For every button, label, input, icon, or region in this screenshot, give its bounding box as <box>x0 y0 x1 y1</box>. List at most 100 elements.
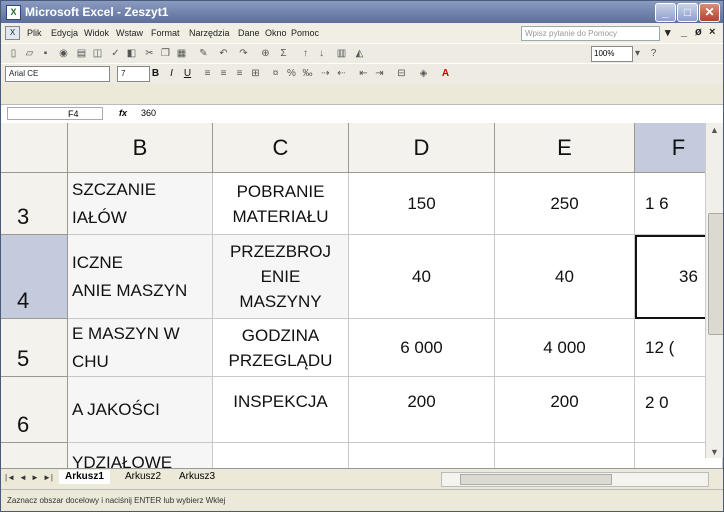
increase-decimal-icon[interactable]: ⇢ <box>319 67 332 80</box>
row-header-4[interactable]: 4 <box>1 235 68 319</box>
bold-icon[interactable]: B <box>149 67 162 80</box>
new-icon[interactable]: ▯ <box>7 47 20 60</box>
fx-icon[interactable]: fx <box>119 108 127 118</box>
formula-input[interactable]: 360 <box>141 108 156 118</box>
merge-center-icon[interactable]: ⊞ <box>249 67 262 80</box>
sheet-tab-arkusz1[interactable]: Arkusz1 <box>59 470 110 484</box>
doc-minimize-icon[interactable]: _ <box>681 26 687 38</box>
italic-icon[interactable]: I <box>165 67 178 80</box>
doc-close-icon[interactable]: × <box>709 26 715 38</box>
cell-b5[interactable]: E MASZYN W CHU <box>68 319 213 377</box>
menu-view[interactable]: Widok <box>84 28 109 38</box>
row-header-5[interactable]: 5 <box>1 319 68 377</box>
font-size-select[interactable]: 7 <box>117 66 150 82</box>
menu-file[interactable]: Plik <box>27 28 42 38</box>
cell-e6[interactable]: 200 <box>495 377 635 443</box>
horizontal-scroll-thumb[interactable] <box>460 474 612 485</box>
minimize-button[interactable]: _ <box>655 3 676 22</box>
font-color-icon[interactable]: A <box>439 67 452 80</box>
cell-d5[interactable]: 6 000 <box>349 319 495 377</box>
print-preview-icon[interactable]: ◫ <box>91 47 104 60</box>
cell-b3[interactable]: SZCZANIE IAŁÓW <box>68 173 213 235</box>
column-header-c[interactable]: C <box>213 123 349 173</box>
currency-icon[interactable]: ¤ <box>269 67 282 80</box>
chart-wizard-icon[interactable]: ▥ <box>335 47 348 60</box>
decrease-decimal-icon[interactable]: ⇠ <box>335 67 348 80</box>
cell-e3[interactable]: 250 <box>495 173 635 235</box>
column-header-d[interactable]: D <box>349 123 495 173</box>
horizontal-scrollbar[interactable] <box>441 472 709 487</box>
cell-d3[interactable]: 150 <box>349 173 495 235</box>
cell-b6[interactable]: A JAKOŚCI <box>68 377 213 443</box>
menu-edit[interactable]: Edycja <box>51 28 78 38</box>
sort-ascending-icon[interactable]: ↑ <box>299 47 312 60</box>
autosum-icon[interactable]: Σ <box>277 47 290 60</box>
menu-data[interactable]: Dane <box>238 28 260 38</box>
select-all-corner[interactable] <box>1 123 68 173</box>
column-header-e[interactable]: E <box>495 123 635 173</box>
cell-c5[interactable]: GODZINA PRZEGLĄDU <box>213 319 349 377</box>
drawing-icon[interactable]: ◭ <box>353 47 366 60</box>
align-center-icon[interactable]: ≡ <box>217 67 230 80</box>
permission-icon[interactable]: ◉ <box>57 47 70 60</box>
increase-indent-icon[interactable]: ⇥ <box>373 67 386 80</box>
cut-icon[interactable]: ✂ <box>143 47 156 60</box>
cell-b4[interactable]: ICZNE ANIE MASZYN <box>68 235 213 319</box>
menu-help[interactable]: Pomoc <box>291 28 319 38</box>
first-sheet-icon[interactable]: |◄ <box>5 473 15 482</box>
zoom-select[interactable]: 100% <box>591 46 633 62</box>
zoom-dropdown-icon[interactable]: ▾ <box>631 47 644 60</box>
row-header-3[interactable]: 3 <box>1 173 68 235</box>
print-icon[interactable]: ▤ <box>75 47 88 60</box>
undo-icon[interactable]: ↶ <box>217 47 230 60</box>
sheet-tab-arkusz2[interactable]: Arkusz2 <box>119 470 167 484</box>
sort-descending-icon[interactable]: ↓ <box>315 47 328 60</box>
format-painter-icon[interactable]: ✎ <box>197 47 210 60</box>
last-sheet-icon[interactable]: ►| <box>43 473 53 482</box>
vertical-scroll-thumb[interactable] <box>708 213 723 335</box>
column-header-b[interactable]: B <box>68 123 213 173</box>
name-box[interactable]: F4 <box>7 107 103 120</box>
fill-color-icon[interactable]: ◈ <box>417 67 430 80</box>
next-sheet-icon[interactable]: ► <box>31 473 39 482</box>
redo-icon[interactable]: ↷ <box>237 47 250 60</box>
vertical-scrollbar[interactable]: ▲ ▼ <box>705 123 723 458</box>
menu-insert[interactable]: Wstaw <box>116 28 143 38</box>
cell-e5[interactable]: 4 000 <box>495 319 635 377</box>
cell-c3[interactable]: POBRANIE MATERIAŁU <box>213 173 349 235</box>
percent-icon[interactable]: % <box>285 67 298 80</box>
cell-e4[interactable]: 40 <box>495 235 635 319</box>
maximize-button[interactable]: □ <box>677 3 698 22</box>
open-icon[interactable]: ▱ <box>23 47 36 60</box>
borders-icon[interactable]: ⊟ <box>395 67 408 80</box>
font-name-select[interactable]: Arial CE <box>5 66 110 82</box>
scroll-up-icon[interactable]: ▲ <box>710 125 719 135</box>
help-search-input[interactable]: Wpisz pytanie do Pomocy <box>521 26 660 41</box>
scroll-down-icon[interactable]: ▼ <box>710 447 719 457</box>
underline-icon[interactable]: U <box>181 67 194 80</box>
cell-c6[interactable]: INSPEKCJA <box>213 377 349 443</box>
workbook-menu-icon[interactable]: X <box>5 26 20 40</box>
cell-d6[interactable]: 200 <box>349 377 495 443</box>
decrease-indent-icon[interactable]: ⇤ <box>357 67 370 80</box>
menu-tools[interactable]: Narzędzia <box>189 28 230 38</box>
sheet-tab-arkusz3[interactable]: Arkusz3 <box>173 470 221 484</box>
align-left-icon[interactable]: ≡ <box>201 67 214 80</box>
paste-icon[interactable]: ▦ <box>175 47 188 60</box>
hyperlink-icon[interactable]: ⊕ <box>259 47 272 60</box>
spelling-icon[interactable]: ✓ <box>109 47 122 60</box>
close-button[interactable]: ✕ <box>699 3 720 22</box>
save-icon[interactable]: ▪ <box>39 47 52 60</box>
cell-c4[interactable]: PRZEZBROJ ENIE MASZYNY <box>213 235 349 319</box>
help-dropdown-icon[interactable]: ▾ <box>665 26 671 39</box>
menu-window[interactable]: Okno <box>265 28 287 38</box>
help-icon[interactable]: ? <box>647 47 660 60</box>
thousands-icon[interactable]: ‰ <box>301 67 314 80</box>
menu-format[interactable]: Format <box>151 28 180 38</box>
align-right-icon[interactable]: ≡ <box>233 67 246 80</box>
cell-d4[interactable]: 40 <box>349 235 495 319</box>
doc-restore-icon[interactable]: ø <box>695 26 702 38</box>
prev-sheet-icon[interactable]: ◄ <box>19 473 27 482</box>
row-header-6[interactable]: 6 <box>1 377 68 443</box>
copy-icon[interactable]: ❐ <box>159 47 172 60</box>
